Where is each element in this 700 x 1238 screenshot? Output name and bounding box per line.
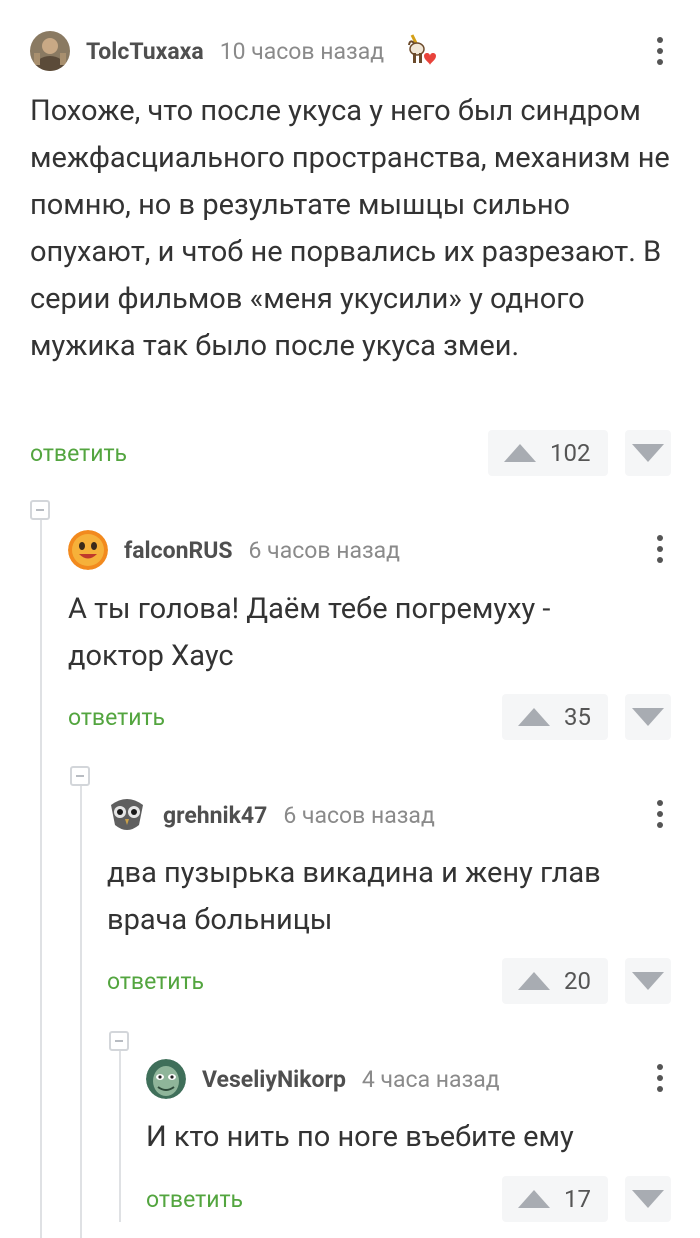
- avatar-smiley-icon[interactable]: [68, 530, 108, 570]
- arrow-down-icon: [632, 1190, 664, 1208]
- comment-header: TolcTuxaxa 10 часов назад: [30, 31, 438, 71]
- comment-text: два пузырька викадина и жену глав врача …: [107, 856, 601, 937]
- rating-count: 17: [564, 1185, 591, 1213]
- author-name[interactable]: grehnik47: [163, 802, 267, 829]
- more-menu-icon[interactable]: [656, 797, 664, 833]
- reply-button[interactable]: ответить: [68, 704, 165, 731]
- downvote-button[interactable]: [625, 430, 671, 476]
- comment-text: И кто нить по ноге въебите ему: [146, 1120, 574, 1154]
- rating-count: 102: [550, 439, 591, 467]
- more-menu-icon[interactable]: [656, 34, 664, 70]
- avatar-owl-icon[interactable]: [107, 795, 147, 835]
- arrow-down-icon: [632, 708, 664, 726]
- author-name[interactable]: falconRUS: [124, 537, 233, 564]
- arrow-up-icon: [518, 972, 550, 990]
- arrow-up-icon: [518, 708, 550, 726]
- reply-button[interactable]: ответить: [30, 440, 127, 467]
- upvote-button[interactable]: 17: [502, 1176, 608, 1222]
- upvote-button[interactable]: 102: [488, 430, 608, 476]
- comment-time: 6 часов назад: [248, 536, 401, 564]
- comment-text: Похоже, что после укуса у него был синдр…: [30, 94, 670, 363]
- comment-header: falconRUS 6 часов назад: [68, 530, 400, 570]
- downvote-button[interactable]: [625, 958, 671, 1004]
- arrow-up-icon: [518, 1190, 550, 1208]
- thread-line: [40, 520, 42, 1238]
- reply-button[interactable]: ответить: [107, 968, 204, 995]
- collapse-branch-button[interactable]: [30, 500, 50, 520]
- upvote-button[interactable]: 20: [502, 958, 608, 1004]
- comment-header: VeseliyNikorp 4 часа назад: [146, 1059, 500, 1099]
- comment-time: 6 часов назад: [283, 801, 435, 829]
- collapse-branch-button[interactable]: [109, 1031, 129, 1051]
- reply-button[interactable]: ответить: [146, 1186, 243, 1213]
- downvote-button[interactable]: [625, 1176, 671, 1222]
- unicorn-heart-badge-icon: [404, 31, 438, 71]
- thread-line: [119, 1050, 121, 1222]
- downvote-button[interactable]: [625, 694, 671, 740]
- upvote-button[interactable]: 35: [502, 694, 608, 740]
- thread-line: [80, 785, 82, 1238]
- avatar-person-icon[interactable]: [30, 31, 70, 71]
- comment-text: А ты голова! Даём тебе погремуху - докто…: [68, 592, 551, 673]
- author-name[interactable]: VeseliyNikorp: [202, 1066, 346, 1093]
- arrow-up-icon: [504, 444, 536, 462]
- comment-header: grehnik47 6 часов назад: [107, 795, 435, 835]
- more-menu-icon[interactable]: [656, 532, 664, 568]
- collapse-branch-button[interactable]: [70, 766, 90, 786]
- avatar-face-icon[interactable]: [146, 1059, 186, 1099]
- arrow-down-icon: [632, 972, 664, 990]
- author-name[interactable]: TolcTuxaxa: [86, 38, 204, 65]
- rating-count: 20: [564, 967, 591, 995]
- rating-count: 35: [564, 703, 591, 731]
- comment-time: 10 часов назад: [219, 37, 385, 65]
- arrow-down-icon: [632, 444, 664, 462]
- comment-time: 4 часа назад: [361, 1065, 500, 1093]
- more-menu-icon[interactable]: [656, 1061, 664, 1097]
